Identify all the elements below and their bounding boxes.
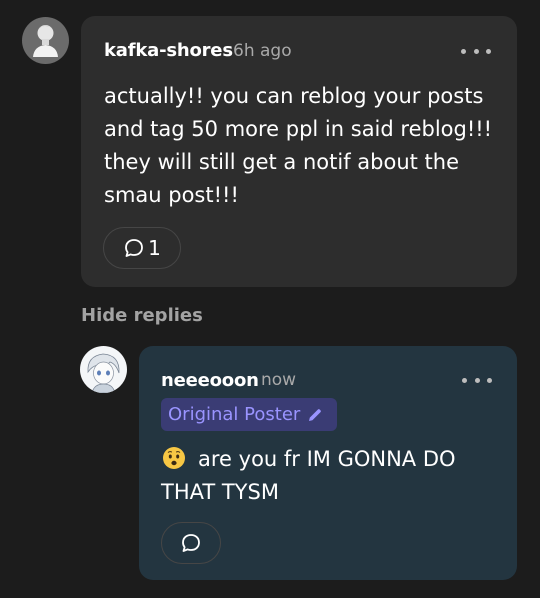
comment-text-line: and tag 50 more ppl in said reblog!!! bbox=[104, 117, 493, 141]
anime-avatar-icon bbox=[80, 346, 127, 393]
speech-bubble-icon bbox=[125, 239, 144, 257]
reply-text-line: are you fr IM GONNA DO bbox=[198, 447, 456, 471]
worried-face-icon bbox=[163, 447, 185, 469]
more-options-icon[interactable] bbox=[461, 44, 491, 58]
comment-text: actually!! you can reblog your posts and… bbox=[104, 80, 492, 212]
reply-count: 1 bbox=[148, 236, 161, 260]
original-poster-badge: Original Poster bbox=[161, 398, 337, 431]
hide-replies-link[interactable]: Hide replies bbox=[81, 305, 203, 326]
reply-button[interactable] bbox=[161, 522, 221, 564]
comment-text-line: they will still get a notif about the bbox=[104, 150, 460, 174]
reply-button[interactable]: 1 bbox=[103, 227, 181, 269]
avatar[interactable] bbox=[22, 17, 69, 64]
avatar[interactable] bbox=[80, 346, 127, 393]
comment-text-line: actually!! you can reblog your posts bbox=[104, 84, 484, 108]
reply-timestamp: now bbox=[261, 370, 297, 390]
reply-username[interactable]: neeeooon bbox=[161, 370, 259, 391]
comment-username[interactable]: kafka-shores bbox=[104, 40, 233, 61]
statue-bust-icon bbox=[22, 17, 69, 64]
comment-timestamp: 6h ago bbox=[233, 41, 292, 61]
more-options-icon[interactable] bbox=[462, 373, 492, 387]
comment-card: kafka-shores 6h ago actually!! you can r… bbox=[81, 16, 517, 287]
pencil-icon bbox=[309, 408, 322, 421]
comment-text-line: smau post!!! bbox=[104, 183, 239, 207]
badge-label: Original Poster bbox=[168, 404, 301, 425]
speech-bubble-icon bbox=[182, 534, 200, 552]
reply-text-line: THAT TYSM bbox=[161, 480, 279, 504]
